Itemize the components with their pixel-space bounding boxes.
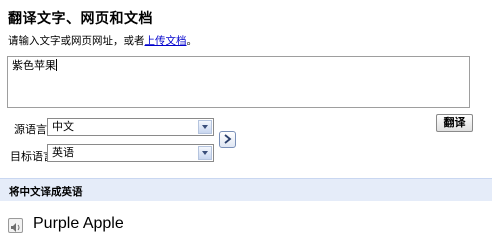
- source-language-select[interactable]: 中文: [47, 118, 214, 136]
- source-language-value: 中文: [52, 120, 74, 133]
- text-cursor: [56, 59, 57, 71]
- translate-button[interactable]: 翻译: [436, 114, 473, 132]
- instructions-text: 请输入文字或网页网址，或者: [8, 35, 145, 47]
- chevron-down-icon[interactable]: [198, 146, 212, 160]
- result-header: 将中文译成英语: [0, 178, 492, 201]
- page-heading: 翻译文字、网页和文档: [8, 11, 153, 27]
- speaker-icon[interactable]: [8, 218, 23, 233]
- result-header-text: 将中文译成英语: [9, 186, 83, 198]
- target-language-value: 英语: [52, 146, 74, 159]
- chevron-down-icon[interactable]: [198, 120, 212, 134]
- upload-document-link[interactable]: 上传文档: [145, 35, 187, 47]
- instructions: 请输入文字或网页网址，或者上传文档。: [8, 33, 197, 48]
- translation-result: Purple Apple: [33, 215, 124, 232]
- source-text-value: 紫色苹果: [12, 59, 56, 72]
- swap-arrow-icon: [224, 134, 232, 144]
- speaker-glyph: [11, 223, 20, 232]
- instructions-suffix: 。: [186, 35, 198, 47]
- source-text-input[interactable]: 紫色苹果: [7, 56, 470, 108]
- swap-languages-button[interactable]: [219, 131, 236, 148]
- target-language-select[interactable]: 英语: [47, 144, 214, 162]
